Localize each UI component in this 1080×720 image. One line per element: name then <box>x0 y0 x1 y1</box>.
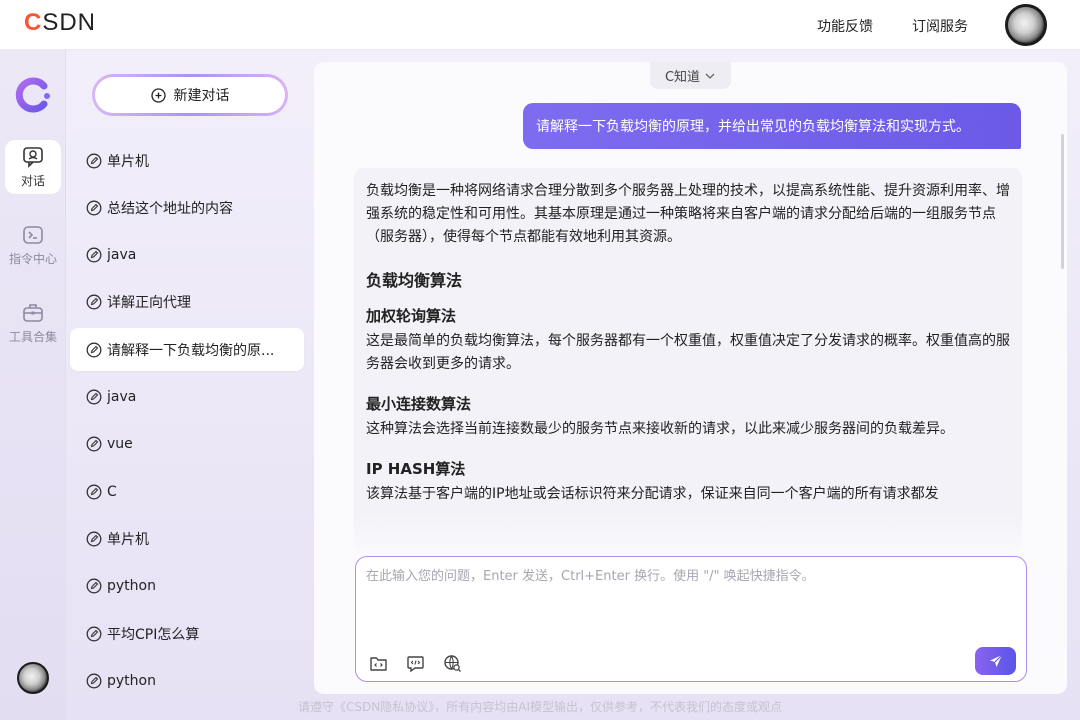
rail-item-tools[interactable]: 工具合集 <box>5 296 61 350</box>
user-avatar[interactable] <box>1005 4 1047 46</box>
conversation-title: 请解释一下负载均衡的原... <box>107 342 275 359</box>
send-button[interactable] <box>975 647 1016 675</box>
edit-note-icon <box>86 342 102 358</box>
edit-note-icon <box>86 153 102 168</box>
conversation-title: java <box>107 389 137 405</box>
ai-section-title: IP HASH算法 <box>366 460 466 478</box>
top-header: CSDN 功能反馈 订阅服务 <box>0 0 1080 50</box>
conversation-title: 详解正向代理 <box>107 295 191 312</box>
subscription-link[interactable]: 订阅服务 <box>912 16 968 36</box>
conversation-sidebar: 新建对话 单片机 总结这个地址的内容 java 详解正向代理 请解释一下负载均衡的原..… <box>66 50 312 720</box>
web-search-button[interactable] <box>442 653 462 673</box>
chat-panel: C知道 请解释一下负载均衡的原理，并给出常见的负载均衡算法和实现方式。 负载均衡… <box>314 62 1067 694</box>
plus-circle-icon <box>150 87 166 103</box>
edit-note-icon <box>86 389 102 405</box>
ai-section-title: 最小连接数算法 <box>366 395 472 413</box>
ai-message-bubble: 负载均衡是一种将网络请求合理分散到多个服务器上处理的技术，以提高系统性能、提升资… <box>354 168 1022 554</box>
chat-scrollbar[interactable] <box>1061 134 1064 269</box>
model-selector[interactable]: C知道 <box>650 62 731 89</box>
user-message-text: 请解释一下负载均衡的原理，并给出常见的负载均衡算法和实现方式。 <box>536 119 970 135</box>
ai-intro-text: 负载均衡是一种将网络请求合理分散到多个服务器上处理的技术，以提高系统性能、提升资… <box>366 183 1010 245</box>
edit-note-icon <box>86 200 102 216</box>
conversation-item[interactable]: vue <box>70 423 304 466</box>
ai-section-title: 加权轮询算法 <box>366 307 457 325</box>
new-chat-label: 新建对话 <box>173 88 230 104</box>
chevron-down-icon <box>705 73 715 79</box>
conversation-item[interactable]: C <box>70 470 304 513</box>
new-chat-button[interactable]: 新建对话 <box>92 74 288 116</box>
user-message-bubble: 请解释一下负载均衡的原理，并给出常见的负载均衡算法和实现方式。 <box>523 103 1021 149</box>
terminal-icon <box>23 225 43 244</box>
conversation-item[interactable]: 单片机 <box>70 139 304 182</box>
edit-note-icon <box>86 578 102 594</box>
question-input-box <box>355 556 1027 682</box>
conversation-item[interactable]: 平均CPI怎么算 <box>70 612 304 655</box>
conversation-item[interactable]: java <box>70 376 304 419</box>
conversation-item[interactable]: python <box>70 565 304 608</box>
chat-bubble-icon <box>23 146 43 168</box>
edit-note-icon <box>86 626 102 641</box>
edit-note-icon <box>86 247 102 263</box>
c-zhidao-logo-icon[interactable] <box>14 76 52 114</box>
csdn-logo[interactable]: CSDN <box>24 9 96 37</box>
conversation-item[interactable]: 总结这个地址的内容 <box>70 186 304 229</box>
footer-disclaimer: 请遵守《CSDN隐私协议》，所有内容均由AI模型输出，仅供参考，不代表我们的态度… <box>298 700 782 714</box>
ai-heading: 负载均衡算法 <box>366 271 463 290</box>
question-input[interactable] <box>366 565 1016 635</box>
conversation-item[interactable]: 请解释一下负载均衡的原... <box>70 328 304 372</box>
rail-item-chat[interactable]: 对话 <box>5 140 61 194</box>
feedback-link[interactable]: 功能反馈 <box>817 16 873 36</box>
model-selector-label: C知道 <box>664 70 701 85</box>
conversation-title: 单片机 <box>107 153 149 170</box>
send-plane-icon <box>989 654 1002 667</box>
conversation-title: 平均CPI怎么算 <box>107 626 200 643</box>
edit-note-icon <box>86 531 102 547</box>
conversation-item[interactable]: 详解正向代理 <box>70 281 304 324</box>
edit-note-icon <box>86 294 102 310</box>
conversation-title: python <box>107 578 156 595</box>
conversation-title: java <box>107 247 137 264</box>
conversation-title: python <box>107 672 156 689</box>
conversation-title: 单片机 <box>107 531 149 548</box>
ai-section-body: 该算法基于客户端的IP地址或会话标识符来分配请求，保证来自同一个客户端的所有请求… <box>366 486 939 502</box>
rail-item-chat-label: 对话 <box>20 173 45 188</box>
briefcase-icon <box>23 303 43 322</box>
conversation-title: 总结这个地址的内容 <box>107 200 233 217</box>
conversation-title: vue <box>107 436 133 453</box>
globe-search-icon <box>443 654 461 672</box>
conversation-item[interactable]: 单片机 <box>70 517 304 560</box>
conversation-item[interactable]: java <box>70 234 304 277</box>
rail-item-prompts[interactable]: 指令中心 <box>5 218 61 272</box>
edit-note-icon <box>86 484 102 500</box>
conversation-title: C <box>107 483 117 500</box>
ai-section-body: 这种算法会选择当前连接数最少的服务节点来接收新的请求，以此来减少服务器间的负载差… <box>366 421 954 437</box>
left-rail: 对话 指令中心 工具合集 <box>0 50 66 720</box>
code-snippet-button[interactable] <box>405 653 425 673</box>
folder-code-icon <box>369 656 387 671</box>
ai-section-body: 这是最简单的负载均衡算法，每个服务器都有一个权重值，权重值决定了分发请求的概率。… <box>366 333 1010 372</box>
code-bubble-icon <box>406 655 424 672</box>
edit-note-icon <box>86 673 102 689</box>
rail-user-avatar[interactable] <box>17 662 49 694</box>
rail-item-prompts-label: 指令中心 <box>8 251 57 266</box>
rail-item-tools-label: 工具合集 <box>8 329 57 344</box>
conversation-item[interactable]: python <box>70 659 304 702</box>
edit-note-icon <box>86 436 102 452</box>
upload-file-button[interactable] <box>368 653 388 673</box>
